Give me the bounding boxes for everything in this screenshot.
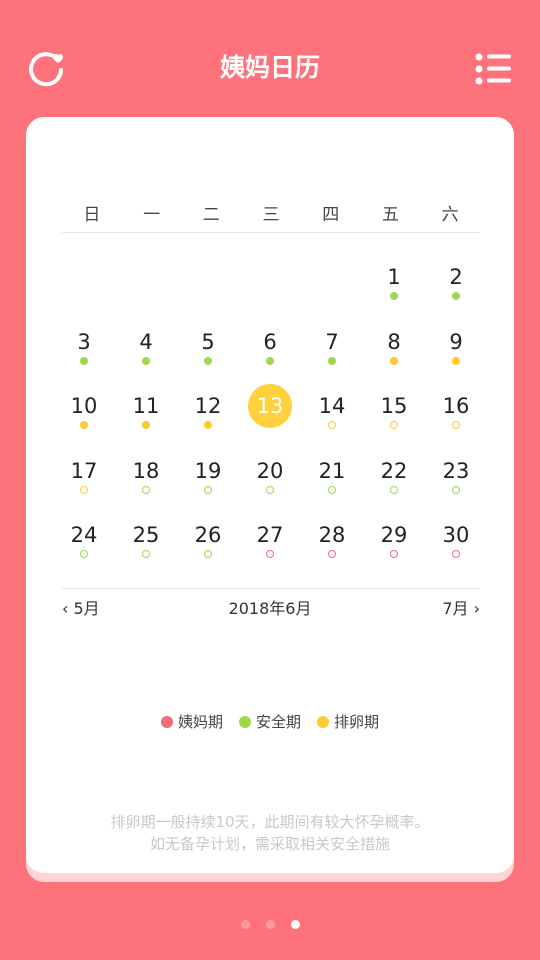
calendar-day[interactable]: 23	[425, 441, 487, 505]
safe-dot	[328, 356, 336, 365]
period-dot	[390, 550, 398, 558]
calendar-day[interactable]: 17	[53, 441, 115, 505]
next-month-button[interactable]: 7月 ›	[442, 597, 480, 621]
safe-dot	[328, 485, 336, 494]
safe-dot	[452, 485, 460, 494]
safe-dot	[390, 292, 398, 300]
weekday-label: 二	[202, 205, 220, 225]
calendar-day[interactable]: 9	[425, 312, 487, 376]
safe-dot	[204, 356, 212, 365]
ovulation-dot	[142, 421, 150, 429]
note-line: 如无备孕计划，需采取相关安全措施	[149, 835, 390, 853]
pager-dot[interactable]	[290, 920, 300, 929]
calendar-day[interactable]: 8	[363, 312, 425, 376]
calendar-day[interactable]: 3	[53, 312, 115, 376]
calendar-day[interactable]: 14	[301, 376, 363, 440]
calendar-day[interactable]: 21	[301, 441, 363, 505]
weekday-label: 日	[83, 205, 101, 225]
weekday-header: 日一二三四五六	[62, 203, 480, 227]
calendar-day[interactable]: 4	[115, 312, 177, 376]
app-header: 姨妈日历	[0, 0, 540, 136]
calendar-day[interactable]: 11	[115, 376, 177, 440]
calendar-day[interactable]: 27	[239, 505, 301, 569]
calendar-day[interactable]: 6	[239, 312, 301, 376]
period-dot	[328, 550, 336, 558]
calendar-day[interactable]: 26	[177, 505, 239, 569]
page-title: 姨妈日历	[219, 53, 320, 82]
ovulation-dot	[390, 421, 398, 429]
pager-dot[interactable]	[240, 920, 250, 929]
calendar-day-today[interactable]: 13	[239, 376, 301, 440]
ovulation-note: 排卵期一般持续10天，此期间有较大怀孕概率。 如无备孕计划，需采取相关安全措施	[26, 811, 514, 855]
ovulation-dot	[390, 356, 398, 365]
legend-dot	[317, 716, 329, 728]
calendar-card: 日一二三四五六 1 2 3 4 5 6 7 8 9 10 11 12 13 14 15 16 17 18 19 20 2…	[26, 117, 514, 873]
calendar-day[interactable]: 7	[301, 312, 363, 376]
calendar-day[interactable]: 30	[425, 505, 487, 569]
legend-label: 安全期	[255, 713, 301, 731]
legend-dot	[238, 716, 251, 728]
safe-dot	[204, 550, 212, 558]
ovulation-dot	[328, 421, 336, 429]
pager-dot[interactable]	[265, 920, 275, 929]
calendar-day[interactable]: 29	[363, 505, 425, 569]
calendar-day[interactable]: 25	[115, 505, 177, 569]
period-dot	[452, 550, 460, 558]
legend-item-period: 姨妈期	[160, 711, 223, 733]
calendar-day[interactable]: 19	[177, 441, 239, 505]
legend: 姨妈期 安全期 排卵期	[26, 711, 514, 733]
chevron-right-icon: ›	[473, 599, 480, 618]
calendar-day[interactable]: 24	[53, 505, 115, 569]
legend-item-ovulation: 排卵期	[317, 711, 379, 733]
safe-dot	[266, 356, 274, 365]
calendar-day[interactable]: 16	[425, 376, 487, 440]
note-line: 排卵期一般持续10天，此期间有较大怀孕概率。	[110, 813, 430, 831]
calendar-day[interactable]: 20	[239, 441, 301, 505]
weekday-label: 三	[262, 205, 280, 225]
weekday-label: 五	[381, 205, 399, 225]
legend-item-safe: 安全期	[238, 711, 301, 733]
safe-dot	[80, 550, 88, 558]
calendar-day[interactable]: 22	[363, 441, 425, 505]
safe-dot	[452, 292, 460, 300]
weekday-label: 一	[143, 205, 161, 225]
divider	[62, 232, 480, 233]
calendar-day[interactable]: 10	[53, 376, 115, 440]
calendar-day[interactable]: 5	[177, 312, 239, 376]
calendar-day[interactable]: 18	[115, 441, 177, 505]
safe-dot	[266, 485, 274, 494]
period-dot	[266, 550, 274, 558]
ovulation-dot	[204, 421, 212, 429]
legend-dot	[160, 716, 173, 728]
calendar-day[interactable]: 15	[363, 376, 425, 440]
safe-dot	[204, 485, 212, 494]
weekday-label: 四	[322, 205, 340, 225]
safe-dot	[390, 485, 398, 494]
list-menu-icon[interactable]	[474, 50, 514, 88]
safe-dot	[142, 550, 150, 558]
legend-label: 姨妈期	[177, 713, 223, 731]
safe-dot	[142, 356, 150, 365]
calendar-day[interactable]: 28	[301, 505, 363, 569]
day-number: 13	[248, 384, 292, 428]
calendar-day[interactable]: 12	[177, 376, 239, 440]
ovulation-dot	[80, 421, 88, 429]
ovulation-dot	[80, 485, 88, 494]
calendar-day[interactable]: 1	[363, 247, 425, 311]
weekday-label: 六	[441, 205, 459, 225]
safe-dot	[80, 356, 88, 365]
page-indicator	[0, 920, 540, 929]
legend-label: 排卵期	[334, 713, 380, 731]
current-month-label: 2018年6月	[228, 599, 312, 618]
ovulation-dot	[452, 421, 460, 429]
divider	[62, 588, 480, 589]
safe-dot	[142, 485, 150, 494]
calendar-day[interactable]: 2	[425, 247, 487, 311]
next-month-label: 7月	[442, 599, 469, 618]
ovulation-dot	[452, 356, 460, 365]
